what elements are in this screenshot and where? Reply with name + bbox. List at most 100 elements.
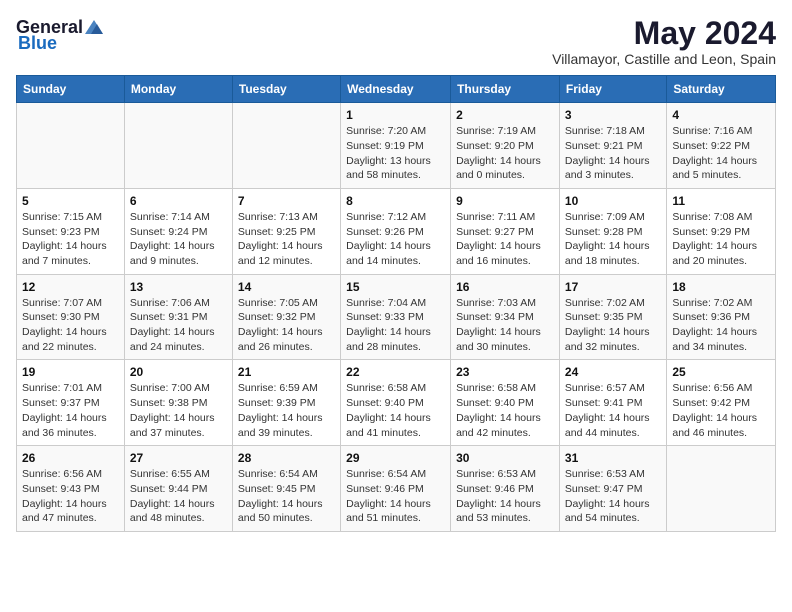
- day-info: Sunrise: 6:54 AMSunset: 9:45 PMDaylight:…: [238, 467, 335, 526]
- logo-blue: Blue: [18, 34, 57, 52]
- calendar-cell: 16 Sunrise: 7:03 AMSunset: 9:34 PMDayligh…: [451, 274, 560, 360]
- day-number: 13: [130, 280, 227, 294]
- day-number: 19: [22, 365, 119, 379]
- calendar-cell: 7 Sunrise: 7:13 AMSunset: 9:25 PMDaylight…: [232, 188, 340, 274]
- day-info: Sunrise: 7:14 AMSunset: 9:24 PMDaylight:…: [130, 210, 227, 269]
- day-number: 16: [456, 280, 554, 294]
- calendar-week-row: 12 Sunrise: 7:07 AMSunset: 9:30 PMDayligh…: [17, 274, 776, 360]
- calendar-cell: 31Sunrise: 6:53 AMSunset: 9:47 PMDayligh…: [559, 446, 666, 532]
- day-info: Sunrise: 6:56 AMSunset: 9:42 PMDaylight:…: [672, 381, 770, 440]
- calendar-week-row: 19 Sunrise: 7:01 AMSunset: 9:37 PMDayligh…: [17, 360, 776, 446]
- calendar-cell: 11 Sunrise: 7:08 AMSunset: 9:29 PMDayligh…: [667, 188, 776, 274]
- calendar-cell: 8Sunrise: 7:12 AMSunset: 9:26 PMDaylight…: [341, 188, 451, 274]
- calendar-week-row: 26 Sunrise: 6:56 AMSunset: 9:43 PMDayligh…: [17, 446, 776, 532]
- day-info: Sunrise: 6:57 AMSunset: 9:41 PMDaylight:…: [565, 381, 661, 440]
- day-info: Sunrise: 7:08 AMSunset: 9:29 PMDaylight:…: [672, 210, 770, 269]
- calendar-title: May 2024: [552, 16, 776, 51]
- day-number: 3: [565, 108, 661, 122]
- day-info: Sunrise: 7:03 AMSunset: 9:34 PMDaylight:…: [456, 296, 554, 355]
- day-number: 25: [672, 365, 770, 379]
- day-number: 4: [672, 108, 770, 122]
- calendar-cell: 23 Sunrise: 6:58 AMSunset: 9:40 PMDayligh…: [451, 360, 560, 446]
- header-day: Saturday: [667, 76, 776, 103]
- day-info: Sunrise: 7:15 AMSunset: 9:23 PMDaylight:…: [22, 210, 119, 269]
- day-number: 6: [130, 194, 227, 208]
- calendar-subtitle: Villamayor, Castille and Leon, Spain: [552, 51, 776, 67]
- day-info: Sunrise: 7:01 AMSunset: 9:37 PMDaylight:…: [22, 381, 119, 440]
- calendar-cell: 6 Sunrise: 7:14 AMSunset: 9:24 PMDaylight…: [124, 188, 232, 274]
- calendar-cell: 22Sunrise: 6:58 AMSunset: 9:40 PMDayligh…: [341, 360, 451, 446]
- day-info: Sunrise: 7:07 AMSunset: 9:30 PMDaylight:…: [22, 296, 119, 355]
- calendar-cell: 17 Sunrise: 7:02 AMSunset: 9:35 PMDayligh…: [559, 274, 666, 360]
- day-number: 11: [672, 194, 770, 208]
- day-number: 27: [130, 451, 227, 465]
- day-number: 21: [238, 365, 335, 379]
- title-block: May 2024 Villamayor, Castille and Leon, …: [552, 16, 776, 67]
- day-info: Sunrise: 7:06 AMSunset: 9:31 PMDaylight:…: [130, 296, 227, 355]
- day-number: 2: [456, 108, 554, 122]
- day-number: 12: [22, 280, 119, 294]
- day-info: Sunrise: 6:53 AMSunset: 9:46 PMDaylight:…: [456, 467, 554, 526]
- header-day: Friday: [559, 76, 666, 103]
- calendar-cell: 28 Sunrise: 6:54 AMSunset: 9:45 PMDayligh…: [232, 446, 340, 532]
- calendar-cell: 4 Sunrise: 7:16 AMSunset: 9:22 PMDaylight…: [667, 103, 776, 189]
- day-info: Sunrise: 7:13 AMSunset: 9:25 PMDaylight:…: [238, 210, 335, 269]
- calendar-cell: 13 Sunrise: 7:06 AMSunset: 9:31 PMDayligh…: [124, 274, 232, 360]
- page-header: General Blue May 2024 Villamayor, Castil…: [16, 16, 776, 67]
- calendar-cell: 14 Sunrise: 7:05 AMSunset: 9:32 PMDayligh…: [232, 274, 340, 360]
- day-info: Sunrise: 6:54 AMSunset: 9:46 PMDaylight:…: [346, 467, 445, 526]
- day-info: Sunrise: 7:16 AMSunset: 9:22 PMDaylight:…: [672, 124, 770, 183]
- calendar-cell: 27 Sunrise: 6:55 AMSunset: 9:44 PMDayligh…: [124, 446, 232, 532]
- calendar-cell: [667, 446, 776, 532]
- day-number: 7: [238, 194, 335, 208]
- day-info: Sunrise: 7:19 AMSunset: 9:20 PMDaylight:…: [456, 124, 554, 183]
- day-info: Sunrise: 6:58 AMSunset: 9:40 PMDaylight:…: [456, 381, 554, 440]
- calendar-cell: [17, 103, 125, 189]
- day-number: 10: [565, 194, 661, 208]
- day-info: Sunrise: 7:18 AMSunset: 9:21 PMDaylight:…: [565, 124, 661, 183]
- calendar-table: SundayMondayTuesdayWednesdayThursdayFrid…: [16, 75, 776, 532]
- day-info: Sunrise: 7:00 AMSunset: 9:38 PMDaylight:…: [130, 381, 227, 440]
- day-number: 14: [238, 280, 335, 294]
- calendar-week-row: 1 Sunrise: 7:20 AMSunset: 9:19 PMDaylight…: [17, 103, 776, 189]
- day-number: 22: [346, 365, 445, 379]
- day-number: 17: [565, 280, 661, 294]
- calendar-cell: 12 Sunrise: 7:07 AMSunset: 9:30 PMDayligh…: [17, 274, 125, 360]
- calendar-cell: 30 Sunrise: 6:53 AMSunset: 9:46 PMDayligh…: [451, 446, 560, 532]
- day-number: 26: [22, 451, 119, 465]
- calendar-cell: 26 Sunrise: 6:56 AMSunset: 9:43 PMDayligh…: [17, 446, 125, 532]
- day-number: 24: [565, 365, 661, 379]
- calendar-cell: 3 Sunrise: 7:18 AMSunset: 9:21 PMDaylight…: [559, 103, 666, 189]
- day-info: Sunrise: 7:12 AMSunset: 9:26 PMDaylight:…: [346, 210, 445, 269]
- day-info: Sunrise: 7:04 AMSunset: 9:33 PMDaylight:…: [346, 296, 445, 355]
- calendar-cell: [232, 103, 340, 189]
- calendar-cell: 29Sunrise: 6:54 AMSunset: 9:46 PMDayligh…: [341, 446, 451, 532]
- day-info: Sunrise: 7:05 AMSunset: 9:32 PMDaylight:…: [238, 296, 335, 355]
- calendar-cell: 25 Sunrise: 6:56 AMSunset: 9:42 PMDayligh…: [667, 360, 776, 446]
- logo-icon: [83, 16, 105, 38]
- day-info: Sunrise: 6:53 AMSunset: 9:47 PMDaylight:…: [565, 467, 661, 526]
- calendar-cell: [124, 103, 232, 189]
- header-day: Sunday: [17, 76, 125, 103]
- day-number: 20: [130, 365, 227, 379]
- day-number: 18: [672, 280, 770, 294]
- day-info: Sunrise: 7:02 AMSunset: 9:36 PMDaylight:…: [672, 296, 770, 355]
- day-info: Sunrise: 7:09 AMSunset: 9:28 PMDaylight:…: [565, 210, 661, 269]
- day-info: Sunrise: 7:11 AMSunset: 9:27 PMDaylight:…: [456, 210, 554, 269]
- day-info: Sunrise: 6:56 AMSunset: 9:43 PMDaylight:…: [22, 467, 119, 526]
- day-number: 1: [346, 108, 445, 122]
- day-number: 23: [456, 365, 554, 379]
- calendar-cell: 1 Sunrise: 7:20 AMSunset: 9:19 PMDaylight…: [341, 103, 451, 189]
- day-number: 15: [346, 280, 445, 294]
- day-info: Sunrise: 7:20 AMSunset: 9:19 PMDaylight:…: [346, 124, 445, 183]
- day-number: 28: [238, 451, 335, 465]
- day-info: Sunrise: 7:02 AMSunset: 9:35 PMDaylight:…: [565, 296, 661, 355]
- calendar-cell: 19 Sunrise: 7:01 AMSunset: 9:37 PMDayligh…: [17, 360, 125, 446]
- day-number: 9: [456, 194, 554, 208]
- calendar-cell: 20 Sunrise: 7:00 AMSunset: 9:38 PMDayligh…: [124, 360, 232, 446]
- day-info: Sunrise: 6:55 AMSunset: 9:44 PMDaylight:…: [130, 467, 227, 526]
- day-number: 30: [456, 451, 554, 465]
- calendar-cell: 24 Sunrise: 6:57 AMSunset: 9:41 PMDayligh…: [559, 360, 666, 446]
- calendar-week-row: 5Sunrise: 7:15 AMSunset: 9:23 PMDaylight…: [17, 188, 776, 274]
- calendar-cell: 21Sunrise: 6:59 AMSunset: 9:39 PMDayligh…: [232, 360, 340, 446]
